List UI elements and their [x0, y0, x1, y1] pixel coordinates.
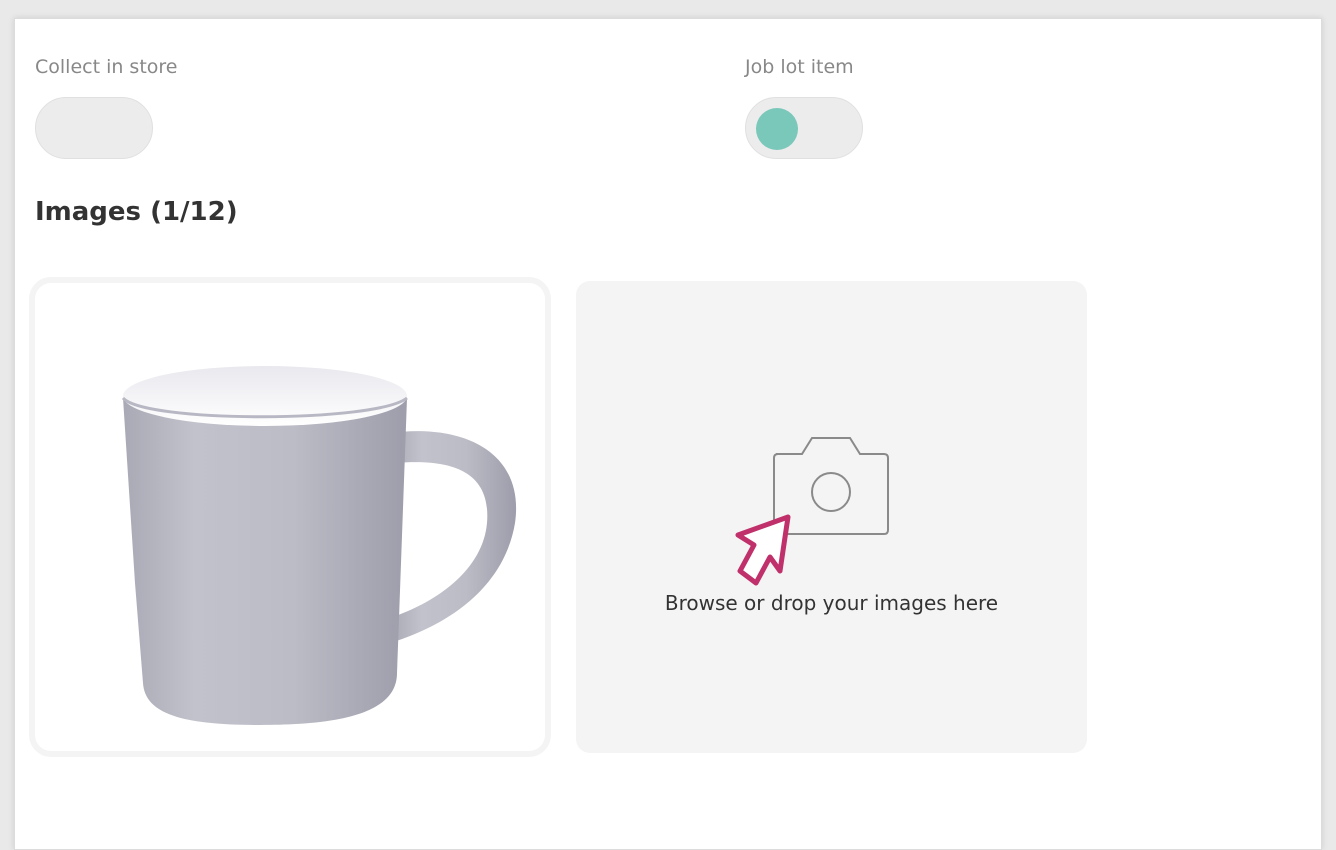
dropzone-text: Browse or drop your images here	[664, 591, 999, 615]
toggle-knob	[756, 108, 798, 150]
job-lot-item-toggle[interactable]	[745, 97, 863, 159]
job-lot-item-label: Job lot item	[745, 56, 854, 78]
collect-in-store-toggle[interactable]	[35, 97, 153, 159]
mug-image	[121, 366, 517, 725]
pointer-hand-icon	[735, 514, 791, 586]
images-section-title: Images (1/12)	[35, 197, 238, 227]
form-panel: Collect in store Job lot item Images (1/…	[14, 18, 1322, 850]
image-thumbnail[interactable]	[35, 283, 545, 751]
image-dropzone[interactable]: Browse or drop your images here	[576, 281, 1087, 753]
collect-in-store-label: Collect in store	[35, 56, 178, 78]
